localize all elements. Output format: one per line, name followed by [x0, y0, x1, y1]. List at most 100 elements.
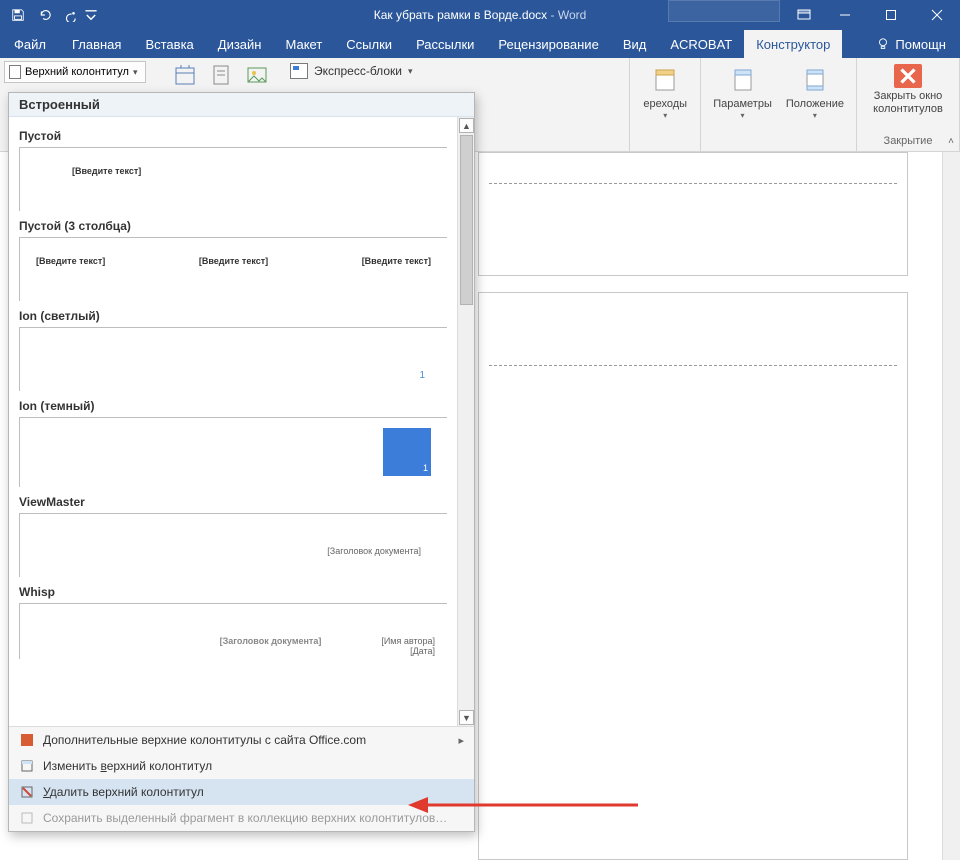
quick-parts-button[interactable]: Экспресс-блоки ▾ — [284, 61, 418, 81]
tab-view[interactable]: Вид — [611, 30, 659, 58]
navigation-icon — [649, 64, 681, 96]
gallery-scrollbar[interactable]: ▲ ▼ — [457, 117, 474, 726]
placeholder-text: [Введите текст] — [72, 166, 141, 176]
ribbon-tabs: Файл Главная Вставка Дизайн Макет Ссылки… — [0, 30, 960, 58]
save-gallery-icon — [19, 810, 35, 826]
pictures-button[interactable] — [242, 60, 272, 90]
header-boundary-line — [489, 183, 897, 184]
qat-customize-button[interactable] — [84, 3, 98, 27]
account-area[interactable] — [668, 0, 780, 22]
page-number-block: 1 — [383, 428, 431, 476]
gallery-item-name: Ion (темный) — [19, 399, 447, 413]
quick-parts-label: Экспресс-блоки — [314, 64, 402, 78]
ribbon-group-label — [664, 135, 667, 149]
gallery-item-ion-dark[interactable]: 1 — [19, 417, 447, 487]
tab-references[interactable]: Ссылки — [334, 30, 404, 58]
edit-icon — [19, 758, 35, 774]
minimize-button[interactable] — [822, 0, 868, 30]
tab-acrobat[interactable]: ACROBAT — [658, 30, 744, 58]
position-button[interactable]: Положение ▾ — [780, 60, 850, 120]
menu-item-label: Удалить верхний колонтитул — [43, 785, 204, 799]
chevron-down-icon: ▾ — [133, 67, 138, 78]
position-label: Положение — [786, 98, 844, 111]
document-page-1 — [478, 152, 908, 276]
gallery-item-blank-3col[interactable]: [Введите текст] [Введите текст] [Введите… — [19, 237, 447, 301]
document-page-2 — [478, 292, 908, 860]
navigation-label: ереходы — [643, 98, 687, 111]
gallery-item-whisp[interactable]: [Заголовок документа] [Имя автора][Дата] — [19, 603, 447, 659]
gallery-item-ion-light[interactable]: 1 — [19, 327, 447, 391]
options-icon — [727, 64, 759, 96]
delete-icon — [19, 784, 35, 800]
redo-button[interactable] — [58, 3, 82, 27]
tab-mailings[interactable]: Рассылки — [404, 30, 486, 58]
close-hf-label-1: Закрыть окно — [874, 90, 943, 103]
quick-access-toolbar — [0, 3, 98, 27]
gallery-item-viewmaster[interactable]: [Заголовок документа] — [19, 513, 447, 577]
ribbon-display-options-button[interactable] — [786, 0, 822, 30]
position-icon — [799, 64, 831, 96]
document-info-button[interactable] — [206, 60, 236, 90]
scrollbar-thumb[interactable] — [460, 135, 473, 305]
menu-item-label: Дополнительные верхние колонтитулы с сай… — [43, 733, 366, 747]
vertical-scrollbar[interactable] — [942, 152, 960, 860]
tab-design[interactable]: Дизайн — [206, 30, 274, 58]
header-dropdown-button[interactable]: Верхний колонтитул ▾ — [4, 61, 146, 83]
office-icon — [19, 732, 35, 748]
ribbon-group-label — [777, 135, 780, 149]
ribbon-small-buttons — [170, 60, 272, 90]
quick-parts-icon — [290, 63, 308, 79]
tab-file[interactable]: Файл — [0, 30, 60, 58]
placeholder-group: [Имя автора][Дата] — [381, 636, 435, 656]
window-title: Как убрать рамки в Ворде.docx - Word — [374, 8, 587, 22]
gallery-item-name: Ion (светлый) — [19, 309, 447, 323]
tell-me-label: Помощн — [895, 37, 946, 52]
options-label: Параметры — [713, 98, 772, 111]
placeholder-text: [Введите текст] — [362, 256, 431, 266]
options-button[interactable]: Параметры ▾ — [707, 60, 778, 120]
navigation-button[interactable]: ереходы ▾ — [636, 60, 694, 120]
edit-header-menu-item[interactable]: Изменить верхний колонтитул — [9, 753, 474, 779]
close-button[interactable] — [914, 0, 960, 30]
placeholder-text: [Заголовок документа] — [32, 532, 435, 556]
header-dropdown-label: Верхний колонтитул — [25, 66, 129, 78]
close-icon — [894, 64, 922, 88]
placeholder-text: [Введите текст] — [36, 256, 105, 266]
more-headers-office-com[interactable]: Дополнительные верхние колонтитулы с сай… — [9, 727, 474, 753]
scroll-up-button[interactable]: ▲ — [459, 118, 474, 133]
save-button[interactable] — [6, 3, 30, 27]
gallery-item-blank[interactable]: [Введите текст] — [19, 147, 447, 211]
gallery-item-name: Пустой (3 столбца) — [19, 219, 447, 233]
chevron-down-icon: ▾ — [813, 111, 817, 120]
gallery-section-header: Встроенный — [9, 93, 474, 117]
menu-item-label: Изменить верхний колонтитул — [43, 759, 212, 773]
tab-layout[interactable]: Макет — [273, 30, 334, 58]
collapse-ribbon-button[interactable]: ˄ — [948, 136, 954, 147]
scroll-down-button[interactable]: ▼ — [459, 710, 474, 725]
close-header-footer-button[interactable]: Закрыть окно колонтитулов — [863, 60, 953, 115]
remove-header-menu-item[interactable]: Удалить верхний колонтитул — [9, 779, 474, 805]
date-time-button[interactable] — [170, 60, 200, 90]
page-number: 1 — [32, 346, 435, 381]
tab-header-footer-design[interactable]: Конструктор — [744, 30, 842, 58]
gallery-item-name: ViewMaster — [19, 495, 447, 509]
tell-me-button[interactable]: Помощн — [862, 30, 960, 58]
undo-button[interactable] — [32, 3, 56, 27]
maximize-button[interactable] — [868, 0, 914, 30]
placeholder-text: [Заголовок документа] — [220, 636, 322, 656]
menu-item-label: Сохранить выделенный фрагмент в коллекци… — [43, 811, 447, 825]
ribbon-group-close-label: Закрытие — [884, 135, 933, 149]
tab-home[interactable]: Главная — [60, 30, 133, 58]
gallery-item-name: Whisp — [19, 585, 447, 599]
chevron-right-icon: ▸ — [458, 734, 464, 747]
page-icon — [9, 65, 21, 79]
gallery-footer: Дополнительные верхние колонтитулы с сай… — [9, 726, 474, 831]
chevron-down-icon: ▾ — [663, 111, 667, 120]
chevron-down-icon: ▾ — [408, 66, 413, 77]
window-controls — [668, 0, 960, 30]
page-canvas[interactable] — [478, 152, 908, 860]
tab-insert[interactable]: Вставка — [133, 30, 205, 58]
tab-review[interactable]: Рецензирование — [486, 30, 610, 58]
header-gallery-dropdown: Встроенный Пустой [Введите текст] Пустой… — [8, 92, 475, 832]
save-selection-menu-item: Сохранить выделенный фрагмент в коллекци… — [9, 805, 474, 831]
